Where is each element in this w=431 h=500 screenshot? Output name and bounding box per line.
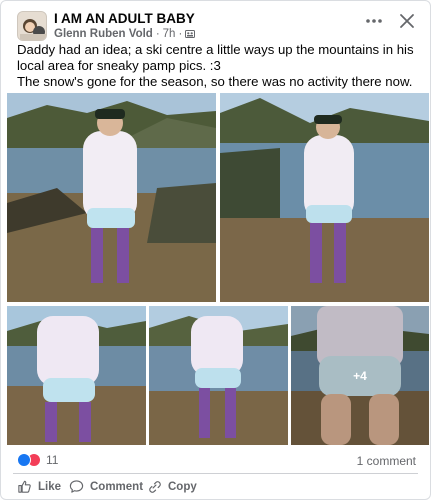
copy-label: Copy [168, 480, 197, 493]
post-actions: Like Comment Copy [1, 477, 430, 499]
like-reaction-icon [17, 453, 31, 467]
post-photo-2[interactable] [220, 93, 429, 302]
post-photo-3[interactable] [7, 306, 146, 445]
group-privacy-icon [185, 29, 196, 39]
meta-separator: · [155, 28, 160, 40]
more-photos-overlay[interactable]: +4 [291, 306, 429, 445]
post-photo-5[interactable]: +4 [291, 306, 429, 445]
post-card: I AM AN ADULT BABY Glenn Ruben Vold · 7h… [0, 0, 431, 500]
footer-divider [13, 473, 418, 474]
post-photo-1[interactable] [7, 93, 216, 302]
copy-button[interactable]: Copy [147, 479, 197, 494]
group-name-link[interactable]: I AM AN ADULT BABY [54, 11, 195, 26]
close-button[interactable] [396, 10, 418, 32]
group-avatar[interactable] [17, 11, 47, 41]
post-meta: Glenn Ruben Vold · 7h · [54, 28, 196, 40]
comments-count-link[interactable]: 1 comment [357, 454, 416, 468]
thumbs-up-icon [18, 480, 31, 493]
close-icon [400, 14, 414, 28]
reaction-count: 11 [46, 453, 59, 467]
comment-label: Comment [90, 480, 144, 493]
like-label: Like [38, 480, 62, 493]
more-photos-count: +4 [353, 368, 367, 383]
post-photo-4[interactable] [149, 306, 288, 445]
more-horizontal-icon [366, 19, 382, 23]
caption-line-1: Daddy had an idea; a ski centre a little… [17, 42, 414, 73]
reactions-summary[interactable]: 11 [17, 453, 58, 467]
meta-separator-2: · [178, 28, 183, 40]
reaction-icons [17, 453, 41, 467]
more-options-button[interactable] [362, 11, 386, 31]
like-button[interactable]: Like [17, 479, 61, 494]
post-header: I AM AN ADULT BABY Glenn Ruben Vold · 7h… [1, 1, 430, 41]
post-time-link[interactable]: 7h [163, 28, 176, 40]
author-name-link[interactable]: Glenn Ruben Vold [54, 28, 153, 40]
comment-bubble-icon [69, 480, 84, 493]
copy-link-icon [149, 481, 161, 493]
comment-button[interactable]: Comment [69, 479, 143, 494]
